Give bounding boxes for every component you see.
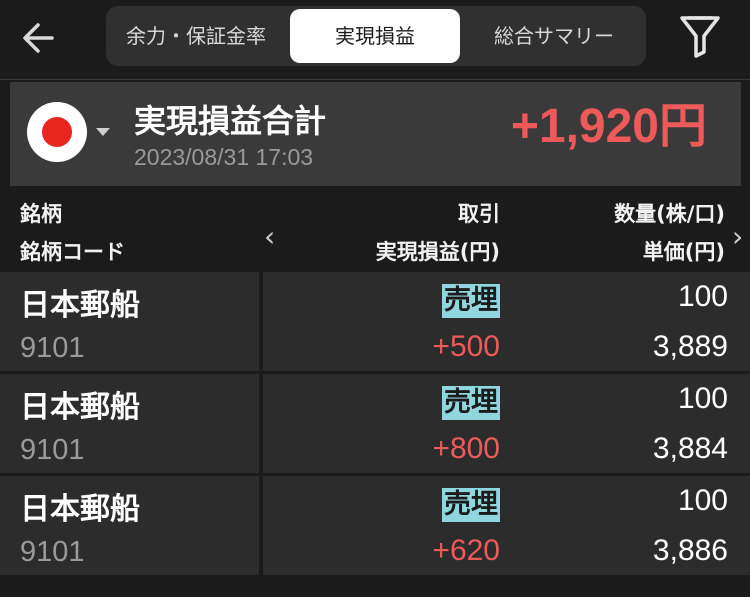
header-trade: 取引 (458, 202, 500, 226)
japan-flag-icon[interactable] (27, 102, 87, 162)
stock-code: 9101 (20, 536, 85, 568)
stock-code: 9101 (20, 434, 85, 466)
chevron-right-icon[interactable]: › (732, 220, 743, 253)
realized-pnl: +800 (432, 432, 500, 465)
tab-realized-pnl[interactable]: 実現損益 (290, 9, 460, 63)
stock-name: 日本郵船 (20, 390, 140, 425)
header-stock: 銘柄 (20, 202, 62, 226)
unit-price: 3,886 (652, 534, 728, 567)
filter-icon (680, 16, 720, 58)
filter-button[interactable] (678, 12, 722, 60)
chevron-down-icon[interactable] (96, 128, 110, 136)
trade-badge: 売埋 (442, 488, 500, 522)
header-realized-pnl: 実現損益(円) (375, 240, 500, 264)
table-row[interactable]: 日本郵船 9101 売埋 +620 100 3,886 (0, 476, 750, 577)
quantity: 100 (677, 280, 728, 313)
column-header: 銘柄 銘柄コード 取引 実現損益(円) 数量(株/口) 単価(円) (0, 190, 750, 272)
stock-name: 日本郵船 (20, 288, 140, 323)
table-row[interactable]: 日本郵船 9101 売埋 +800 100 3,884 (0, 374, 750, 475)
trade-badge: 売埋 (442, 284, 500, 318)
trade-badge: 売埋 (442, 386, 500, 420)
tab-margin-rate[interactable]: 余力・保証金率 (106, 9, 286, 63)
tab-summary[interactable]: 総合サマリー (464, 9, 644, 63)
quantity: 100 (677, 484, 728, 517)
quantity: 100 (677, 382, 728, 415)
realized-pnl: +620 (432, 534, 500, 567)
header-stock-code: 銘柄コード (20, 240, 125, 264)
stock-name: 日本郵船 (20, 492, 140, 527)
chevron-left-icon[interactable]: ‹ (264, 220, 275, 253)
tab-bar: 余力・保証金率 実現損益 総合サマリー (106, 6, 646, 66)
realized-pnl-summary: 実現損益合計 2023/08/31 17:03 +1,920円 (10, 82, 741, 186)
summary-total: +1,920円 (510, 100, 707, 153)
summary-title: 実現損益合計 (134, 102, 327, 140)
arrow-left-icon (23, 23, 54, 53)
summary-timestamp: 2023/08/31 17:03 (134, 144, 314, 170)
header-unit-price: 単価(円) (642, 240, 725, 264)
table-row[interactable]: 日本郵船 9101 売埋 +500 100 3,889 (0, 272, 750, 373)
unit-price: 3,884 (652, 432, 728, 465)
unit-price: 3,889 (652, 330, 728, 363)
realized-pnl: +500 (432, 330, 500, 363)
header-quantity: 数量(株/口) (614, 202, 725, 226)
top-bar: 余力・保証金率 実現損益 総合サマリー (0, 0, 750, 80)
back-button[interactable] (18, 16, 62, 60)
stock-code: 9101 (20, 332, 85, 364)
